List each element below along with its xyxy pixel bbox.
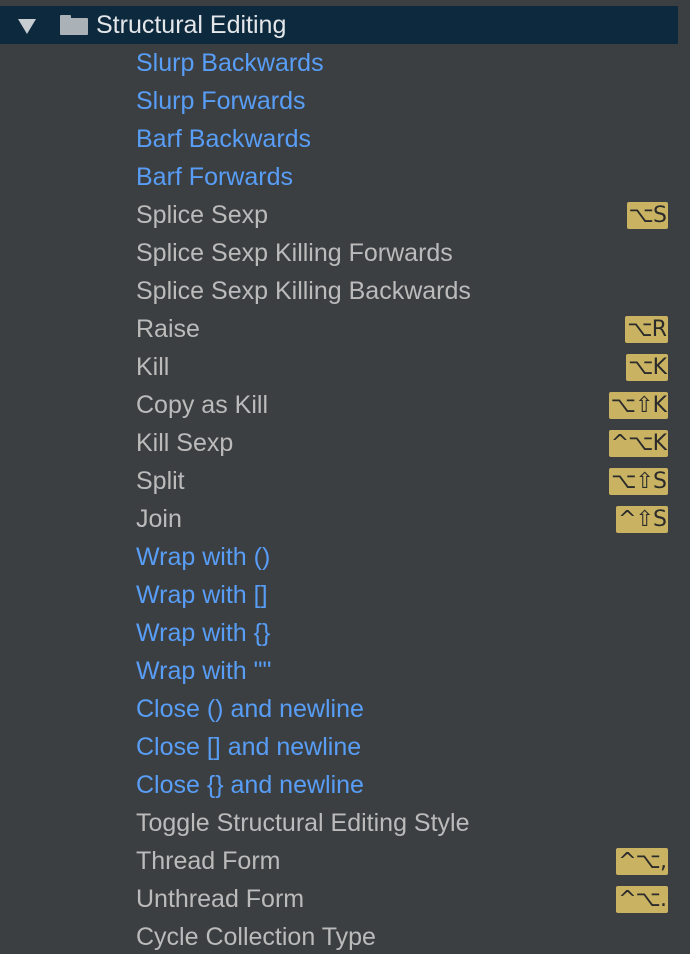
action-row[interactable]: Copy as Kill ⌥⇧K <box>0 386 678 424</box>
action-row[interactable]: Join ^⇧S <box>0 500 678 538</box>
action-label: Wrap with {} <box>136 619 271 647</box>
action-label: Barf Backwards <box>136 125 312 153</box>
shortcut-badge: ⌥⇧K <box>608 392 668 419</box>
action-row[interactable]: Close [] and newline <box>0 728 678 766</box>
shortcut-badge: ^⌥. <box>616 886 668 913</box>
action-label: Close {} and newline <box>136 771 364 799</box>
action-label: Kill <box>136 353 170 381</box>
action-label: Splice Sexp Killing Backwards <box>136 277 471 305</box>
action-label: Split <box>136 467 185 495</box>
action-row[interactable]: Wrap with {} <box>0 614 678 652</box>
action-label: Join <box>136 505 182 533</box>
action-row[interactable]: Close {} and newline <box>0 766 678 804</box>
action-label: Cycle Collection Type <box>136 923 376 951</box>
action-row[interactable]: Slurp Backwards <box>0 44 678 82</box>
action-label: Wrap with [] <box>136 581 268 609</box>
action-row[interactable]: Raise ⌥R <box>0 310 678 348</box>
action-label: Thread Form <box>136 847 281 875</box>
shortcut-badge: ^⌥K <box>608 430 668 457</box>
action-list: Slurp Backwards Slurp Forwards Barf Backwa… <box>0 44 678 954</box>
folder-icon <box>60 15 88 35</box>
action-row[interactable]: Splice Sexp Killing Forwards <box>0 234 678 272</box>
action-label: Close () and newline <box>136 695 364 723</box>
action-row[interactable]: Cycle Collection Type <box>0 918 678 954</box>
action-row[interactable]: Kill Sexp ^⌥K <box>0 424 678 462</box>
action-label: Barf Forwards <box>136 163 293 191</box>
action-label: Wrap with "" <box>136 657 272 685</box>
action-row[interactable]: Splice Sexp ⌥S <box>0 196 678 234</box>
shortcut-badge: ^⌥, <box>616 848 668 875</box>
action-label: Toggle Structural Editing Style <box>136 809 470 837</box>
shortcut-badge: ⌥R <box>625 316 668 343</box>
action-label: Slurp Backwards <box>136 49 324 77</box>
action-label: Copy as Kill <box>136 391 268 419</box>
action-label: Close [] and newline <box>136 733 362 761</box>
action-label: Splice Sexp Killing Forwards <box>136 239 453 267</box>
action-row[interactable]: Split ⌥⇧S <box>0 462 678 500</box>
action-label: Raise <box>136 315 200 343</box>
action-label: Unthread Form <box>136 885 305 913</box>
action-row[interactable]: Wrap with [] <box>0 576 678 614</box>
scrollbar-track[interactable] <box>678 0 690 954</box>
action-row[interactable]: Slurp Forwards <box>0 82 678 120</box>
shortcut-badge: ^⇧S <box>616 506 668 533</box>
group-row-structural-editing[interactable]: Structural Editing <box>0 6 678 44</box>
shortcut-badge: ⌥K <box>626 354 668 381</box>
action-label: Slurp Forwards <box>136 87 306 115</box>
action-row[interactable]: Unthread Form ^⌥. <box>0 880 678 918</box>
action-row[interactable]: Splice Sexp Killing Backwards <box>0 272 678 310</box>
action-row[interactable]: Wrap with () <box>0 538 678 576</box>
shortcut-badge: ⌥⇧S <box>609 468 668 495</box>
action-row[interactable]: Barf Forwards <box>0 158 678 196</box>
expand-triangle-icon[interactable] <box>18 19 36 34</box>
action-row[interactable]: Wrap with "" <box>0 652 678 690</box>
action-label: Splice Sexp <box>136 201 269 229</box>
action-row[interactable]: Thread Form ^⌥, <box>0 842 678 880</box>
action-label: Wrap with () <box>136 543 271 571</box>
action-label: Kill Sexp <box>136 429 234 457</box>
action-row[interactable]: Toggle Structural Editing Style <box>0 804 678 842</box>
action-row[interactable]: Barf Backwards <box>0 120 678 158</box>
action-row[interactable]: Kill ⌥K <box>0 348 678 386</box>
group-title: Structural Editing <box>96 11 287 39</box>
shortcut-badge: ⌥S <box>626 202 668 229</box>
action-row[interactable]: Close () and newline <box>0 690 678 728</box>
